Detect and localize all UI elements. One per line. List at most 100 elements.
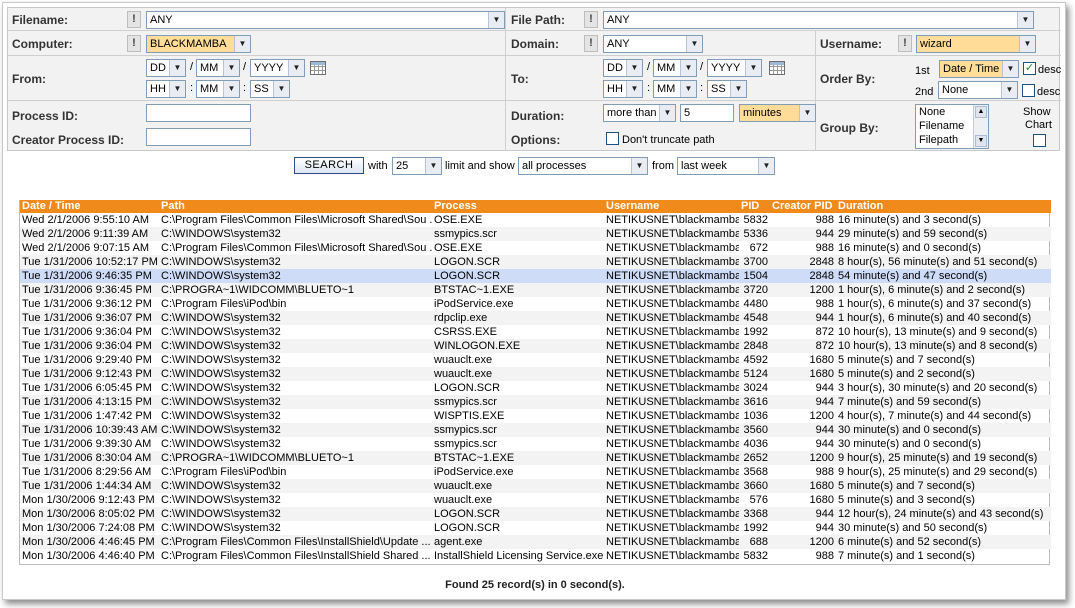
- from-day-select[interactable]: DD ▼: [146, 59, 186, 77]
- from-minute-select[interactable]: MM ▼: [196, 80, 240, 98]
- table-row[interactable]: Tue 1/31/2006 8:29:56 AM C:\Program Files…: [20, 465, 1051, 479]
- table-row[interactable]: Mon 1/30/2006 7:24:08 PM C:\WINDOWS\syste…: [20, 521, 1051, 535]
- table-row[interactable]: Tue 1/31/2006 9:36:04 PM C:\WINDOWS\syste…: [20, 325, 1051, 339]
- time-separator: :: [190, 82, 194, 94]
- table-row[interactable]: Mon 1/30/2006 9:12:43 PM C:\WINDOWS\syste…: [20, 493, 1051, 507]
- username-lock-icon[interactable]: !: [898, 35, 912, 52]
- table-row[interactable]: Tue 1/31/2006 9:36:04 PM C:\WINDOWS\syste…: [20, 339, 1051, 353]
- table-row[interactable]: Tue 1/31/2006 1:44:34 AM C:\WINDOWS\syste…: [20, 479, 1051, 493]
- table-row[interactable]: Mon 1/30/2006 4:46:45 PM C:\Program Files…: [20, 535, 1051, 549]
- table-cell: C:\Program Files\Common Files\InstallShi…: [159, 535, 432, 549]
- table-row[interactable]: Tue 1/31/2006 9:39:30 AM C:\WINDOWS\syste…: [20, 437, 1051, 451]
- to-minute-select[interactable]: MM ▼: [653, 80, 697, 98]
- creator-process-id-input[interactable]: [146, 128, 251, 146]
- listbox-scrollbar[interactable]: ▲ ▼: [973, 105, 988, 148]
- from-month-select[interactable]: MM ▼: [196, 59, 240, 77]
- table-row[interactable]: Tue 1/31/2006 9:29:40 PM C:\WINDOWS\syste…: [20, 353, 1051, 367]
- chevron-down-icon: ▼: [686, 36, 702, 52]
- table-cell: Wed 2/1/2006 9:55:10 AM: [22, 214, 149, 226]
- chevron-down-icon[interactable]: ▼: [975, 135, 987, 147]
- table-row[interactable]: Mon 1/30/2006 4:46:40 PM C:\Program Files…: [20, 549, 1051, 563]
- table-cell: 10 hour(s), 13 minute(s) and 9 second(s): [838, 326, 1038, 338]
- table-cell: 10 hour(s), 13 minute(s) and 8 second(s): [836, 339, 1051, 353]
- chevron-down-icon: ▼: [1001, 82, 1017, 98]
- table-row[interactable]: Tue 1/31/2006 10:52:17 PM C:\WINDOWS\syst…: [20, 255, 1051, 269]
- table-cell: NETIKUSNET\blackmamba$: [604, 269, 739, 283]
- table-cell: Tue 1/31/2006 9:46:35 PM: [20, 269, 159, 283]
- chevron-down-icon: ▼: [730, 81, 746, 97]
- table-cell: ssmypics.scr: [432, 423, 604, 437]
- with-label: with: [368, 160, 388, 172]
- table-cell: 5 minute(s) and 2 second(s): [836, 367, 1051, 381]
- from-second-select[interactable]: SS ▼: [250, 80, 290, 98]
- to-second-select[interactable]: SS ▼: [707, 80, 747, 98]
- table-cell: BTSTAC~1.EXE: [432, 451, 604, 465]
- calendar-icon[interactable]: [310, 61, 326, 75]
- table-cell: C:\WINDOWS\system32: [159, 269, 432, 283]
- duration-amount-input[interactable]: [680, 104, 734, 122]
- table-cell: C:\WINDOWS\system32: [159, 479, 432, 493]
- to-hour-select[interactable]: HH ▼: [603, 80, 643, 98]
- calendar-icon[interactable]: [769, 61, 785, 75]
- file-path-select[interactable]: ANY ▼: [603, 11, 1034, 29]
- search-button[interactable]: SEARCH: [294, 157, 364, 174]
- duration-unit-select[interactable]: minutes ▼: [739, 104, 816, 122]
- table-row[interactable]: Tue 1/31/2006 10:39:43 AM C:\WINDOWS\syst…: [20, 423, 1051, 437]
- file-path-lock-icon[interactable]: !: [584, 11, 598, 28]
- duration-comparator-select[interactable]: more than ▼: [603, 104, 676, 122]
- show-chart-checkbox[interactable]: [1033, 134, 1046, 147]
- filename-select[interactable]: ANY ▼: [146, 11, 505, 29]
- table-cell: 1036: [743, 410, 768, 422]
- table-row[interactable]: Tue 1/31/2006 9:36:12 PM C:\Program Files…: [20, 297, 1051, 311]
- filename-lock-icon[interactable]: !: [127, 11, 141, 28]
- table-row[interactable]: Wed 2/1/2006 9:07:15 AM C:\Program Files\…: [20, 241, 1051, 255]
- table-cell: Tue 1/31/2006 9:12:43 PM: [20, 367, 159, 381]
- domain-select[interactable]: ANY ▼: [603, 35, 703, 53]
- table-row[interactable]: Tue 1/31/2006 9:36:45 PM C:\PROGRA~1\WIDC…: [20, 283, 1051, 297]
- group-by-listbox[interactable]: None Filename Filepath ▲ ▼: [915, 104, 989, 149]
- table-row[interactable]: Tue 1/31/2006 9:12:43 PM C:\WINDOWS\syste…: [20, 367, 1051, 381]
- column-header[interactable]: PID: [739, 200, 770, 213]
- dont-truncate-checkbox[interactable]: [606, 132, 619, 145]
- to-month-select[interactable]: MM ▼: [653, 59, 697, 77]
- column-header[interactable]: Path: [159, 200, 432, 213]
- table-row[interactable]: Wed 2/1/2006 9:11:39 AM C:\WINDOWS\system…: [20, 227, 1051, 241]
- table-cell: 988: [815, 298, 834, 310]
- order-second-desc-checkbox[interactable]: [1022, 84, 1035, 97]
- order-second-select[interactable]: None ▼: [938, 81, 1018, 99]
- table-row[interactable]: Tue 1/31/2006 4:13:15 PM C:\WINDOWS\syste…: [20, 395, 1051, 409]
- limit-select[interactable]: 25 ▼: [392, 157, 442, 175]
- computer-lock-icon[interactable]: !: [127, 35, 141, 52]
- creator-process-id-label: Creator Process ID:: [12, 133, 125, 147]
- table-row[interactable]: Tue 1/31/2006 6:05:45 PM C:\WINDOWS\syste…: [20, 381, 1051, 395]
- table-row[interactable]: Tue 1/31/2006 8:30:04 AM C:\PROGRA~1\WIDC…: [20, 451, 1051, 465]
- domain-lock-icon[interactable]: !: [584, 35, 598, 52]
- column-header[interactable]: Date / Time: [20, 200, 159, 213]
- table-cell: 5124: [739, 367, 770, 381]
- table-row[interactable]: Mon 1/30/2006 8:05:02 PM C:\WINDOWS\syste…: [20, 507, 1051, 521]
- table-cell: NETIKUSNET\blackmamba$: [606, 298, 739, 310]
- process-id-input[interactable]: [146, 104, 251, 122]
- username-select[interactable]: wizard ▼: [916, 35, 1036, 53]
- from-year-select[interactable]: YYYY ▼: [250, 59, 305, 77]
- table-cell: 944: [770, 423, 836, 437]
- table-row[interactable]: Tue 1/31/2006 9:36:07 PM C:\WINDOWS\syste…: [20, 311, 1051, 325]
- from-hour-select[interactable]: HH ▼: [146, 80, 186, 98]
- from-minute-value: MM: [200, 83, 219, 95]
- table-cell: Tue 1/31/2006 9:36:07 PM: [20, 311, 159, 325]
- table-row[interactable]: Wed 2/1/2006 9:55:10 AM C:\Program Files\…: [20, 213, 1051, 227]
- order-first-select[interactable]: Date / Time ▼: [939, 60, 1019, 78]
- to-day-select[interactable]: DD ▼: [603, 59, 643, 77]
- column-header[interactable]: Process: [432, 200, 604, 213]
- to-year-select[interactable]: YYYY ▼: [707, 59, 762, 77]
- scope-select[interactable]: all processes ▼: [518, 157, 648, 175]
- column-header[interactable]: Creator PID: [770, 200, 836, 213]
- period-select[interactable]: last week ▼: [677, 157, 775, 175]
- order-first-desc-checkbox[interactable]: ✓: [1023, 62, 1036, 75]
- table-row[interactable]: Tue 1/31/2006 1:47:42 PM C:\WINDOWS\syste…: [20, 409, 1051, 423]
- table-row[interactable]: Tue 1/31/2006 9:46:35 PM C:\WINDOWS\syste…: [20, 269, 1051, 283]
- column-header[interactable]: Username: [604, 200, 739, 213]
- chevron-up-icon[interactable]: ▲: [975, 106, 987, 118]
- column-header[interactable]: Duration: [836, 200, 1051, 213]
- computer-select[interactable]: BLACKMAMBA ▼: [146, 35, 251, 53]
